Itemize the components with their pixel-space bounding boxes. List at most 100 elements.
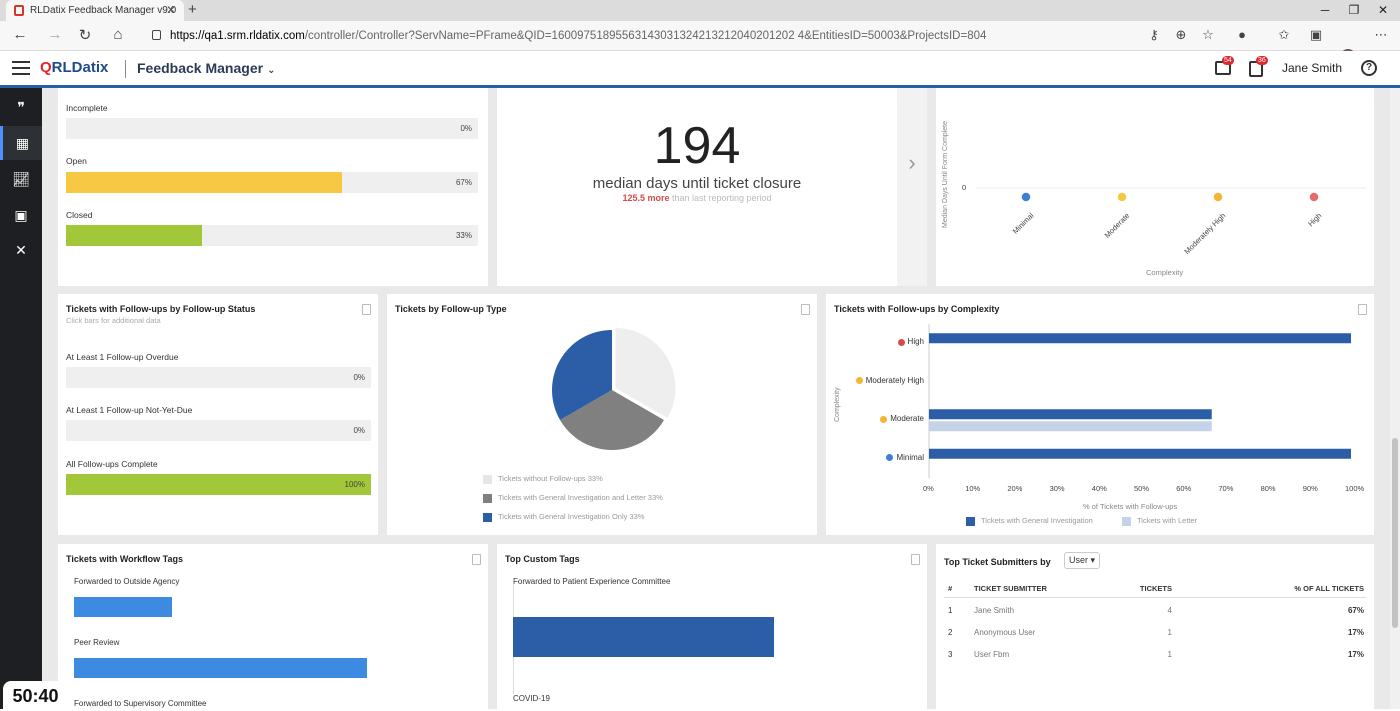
workflow-tag-label: Forwarded to Outside Agency [74, 577, 180, 586]
product-switcher[interactable]: Feedback Manager ⌄ [137, 60, 275, 76]
status-bar-closed[interactable]: 33% [66, 225, 478, 246]
tools-icon[interactable]: ✕ [0, 233, 42, 267]
followup-bar-complete[interactable]: 100% [66, 474, 371, 495]
category-dot [855, 377, 863, 385]
favorite-star-icon[interactable]: ☆ [1199, 27, 1217, 43]
complexity-median-card: Median Days Until Form Complete 0 Minima… [936, 88, 1374, 286]
legend-label: Tickets with Letter [1137, 516, 1198, 525]
hamburger-menu-icon[interactable] [12, 61, 30, 75]
restore-window-button[interactable]: ❐ [1339, 0, 1369, 21]
url-host: https://qa1.srm.rldatix.com [170, 30, 305, 42]
table-cell: User Fbm [974, 650, 1010, 659]
complexity-bar[interactable] [929, 448, 1351, 459]
table-row[interactable]: 2 Anonymous User 1 17% [936, 628, 1374, 642]
export-icon[interactable] [911, 554, 920, 565]
complexity-bar[interactable] [929, 421, 1212, 432]
followup-bar-overdue[interactable]: 0% [66, 367, 371, 388]
workflow-tag-bar[interactable] [74, 658, 367, 678]
x-tick-label: 90% [1302, 484, 1318, 493]
median-days-card: 194 median days until ticket closure 125… [497, 88, 927, 286]
legend-label: Tickets with General Investigation [981, 516, 1093, 525]
followup-pct-complete: 100% [344, 480, 365, 489]
video-timer-overlay: 50:40 [3, 681, 68, 709]
table-cell: Anonymous User [974, 628, 1036, 637]
workflow-tag-label: Peer Review [74, 638, 120, 647]
scrollbar-thumb[interactable] [1392, 438, 1398, 628]
tab-title: RLDatix Feedback Manager v9.0 [30, 5, 177, 16]
status-bar-incomplete[interactable]: 0% [66, 118, 478, 139]
custom-tag-label: Forwarded to Patient Experience Committe… [513, 577, 671, 586]
scatter-point[interactable] [1020, 191, 1032, 203]
reports-icon[interactable]: ▣ [0, 198, 42, 232]
more-menu-icon[interactable]: ⋯ [1372, 27, 1390, 43]
complexity-legend-item[interactable]: Tickets with Letter [1122, 516, 1197, 526]
table-row[interactable]: 3 User Fbm 1 17% [936, 650, 1374, 664]
dashboard-content: Incomplete 0% Open 67% Closed 33% 194 me… [42, 88, 1390, 709]
user-menu[interactable]: Jane Smith [1282, 61, 1342, 75]
forward-arrow-icon[interactable]: → [45, 26, 65, 43]
status-bar-open[interactable]: 67% [66, 172, 478, 193]
complexity-bar[interactable] [929, 409, 1212, 420]
collections-icon[interactable]: ▣ [1307, 27, 1325, 43]
url-field[interactable]: https://qa1.srm.rldatix.com/controller/C… [150, 26, 986, 46]
pie-legend-item[interactable]: Tickets with General Investigation and L… [483, 493, 663, 503]
table-cell: 17% [1347, 628, 1364, 637]
median-days-number: 194 [653, 117, 741, 175]
analytics-icon[interactable]: 📈︎ [0, 162, 42, 196]
refresh-icon[interactable]: ↻ [75, 26, 95, 44]
new-tab-button[interactable]: + [188, 0, 197, 20]
status-pct-closed: 33% [455, 231, 472, 240]
status-label-incomplete: Incomplete [66, 103, 108, 113]
workflow-tags-card: Tickets with Workflow Tags Forwarded to … [58, 544, 488, 709]
followup-label-complete: All Follow-ups Complete [66, 459, 158, 469]
x-tick-label: 60% [1176, 484, 1192, 493]
scatter-point[interactable] [1116, 191, 1128, 203]
table-cell: 3 [948, 650, 953, 659]
workflow-tag-label: Forwarded to Supervisory Committee [74, 699, 207, 708]
status-label-open: Open [66, 156, 87, 166]
extension-icon[interactable]: ● [1233, 27, 1251, 42]
followup-status-card: Tickets with Follow-ups by Follow-up Sta… [58, 294, 378, 535]
help-icon[interactable]: ? [1361, 60, 1377, 76]
scatter-point[interactable] [1212, 191, 1224, 203]
followup-pct-not-yet-due: 0% [353, 426, 365, 435]
table-row[interactable]: 1 Jane Smith 4 67% [936, 606, 1374, 620]
complexity-legend-item[interactable]: Tickets with General Investigation [966, 516, 1093, 526]
followup-label-overdue: At Least 1 Follow-up Overdue [66, 352, 179, 362]
table-cell: Jane Smith [974, 606, 1015, 615]
top-submitters-card: Top Ticket Submitters by User ▾ # TICKET … [936, 544, 1374, 709]
workflow-tag-bar[interactable] [74, 597, 172, 617]
followup-bar-not-yet-due[interactable]: 0% [66, 420, 371, 441]
back-arrow-icon[interactable]: ← [10, 26, 30, 43]
submitters-group-select[interactable]: User ▾ [1064, 552, 1101, 569]
complexity-category-label: Moderately High [855, 376, 924, 385]
export-icon[interactable] [472, 554, 481, 565]
browser-tab[interactable]: RLDatix Feedback Manager v9.0 ✕ [6, 0, 184, 21]
zoom-icon[interactable]: ⊕ [1172, 27, 1190, 43]
dashboard-icon[interactable]: ▦ [0, 126, 42, 160]
pie-legend-item[interactable]: Tickets with General Investigation Only … [483, 512, 644, 522]
pie-legend-item[interactable]: Tickets without Follow-ups 33% [483, 474, 603, 484]
close-window-button[interactable]: ✕ [1368, 0, 1398, 21]
x-tick-label: 80% [1260, 484, 1276, 493]
home-icon[interactable]: ⌂ [108, 26, 128, 43]
key-icon[interactable]: ⚷ [1145, 27, 1163, 43]
x-tick-label: 50% [1134, 484, 1150, 493]
followup-status-subtitle: Click bars for additional data [66, 316, 161, 325]
x-tick-label: 70% [1218, 484, 1234, 493]
browser-tab-bar: RLDatix Feedback Manager v9.0 ✕ + ─ ❐ ✕ [0, 0, 1400, 21]
custom-tag-bar[interactable] [513, 617, 774, 657]
close-tab-icon[interactable]: ✕ [166, 0, 176, 21]
feedback-quote-icon[interactable]: ❞ [0, 90, 42, 124]
favorites-icon[interactable]: ✩ [1275, 27, 1293, 43]
next-slide-arrow-icon[interactable]: › [897, 88, 927, 286]
scatter-point[interactable] [1308, 191, 1320, 203]
category-dot [897, 338, 905, 346]
minimize-window-button[interactable]: ─ [1310, 0, 1340, 21]
ticket-status-card: Incomplete 0% Open 67% Closed 33% [58, 88, 488, 286]
legend-label: Tickets without Follow-ups 33% [498, 474, 603, 483]
page-scrollbar[interactable] [1390, 88, 1400, 709]
left-sidebar: ❞ ▦ 📈︎ ▣ ✕ [0, 88, 42, 709]
export-icon[interactable] [362, 304, 371, 315]
complexity-bar[interactable] [929, 333, 1351, 344]
